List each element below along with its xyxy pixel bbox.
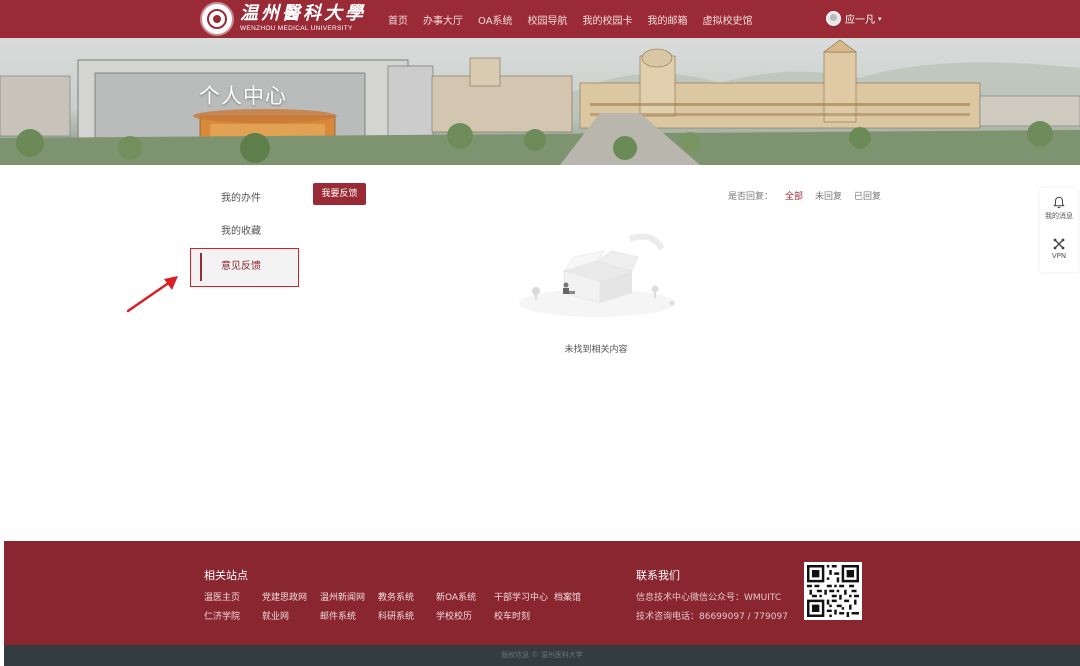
chevron-down-icon: ▾ (878, 14, 882, 23)
floating-toolbar: 我的消息 VPN (1040, 188, 1078, 272)
footer-link[interactable]: 就业网 (262, 609, 289, 622)
footer-link[interactable]: 党建思政网 (262, 590, 307, 603)
contact-phone: 技术咨询电话：86699097 / 779097 (636, 612, 788, 622)
filter-option-replied[interactable]: 已回复 (854, 189, 881, 202)
university-logo[interactable]: 温州醫科大學 WENZHOU MEDICAL UNIVERSITY (200, 2, 366, 36)
footer-link[interactable]: 校车时刻 (494, 609, 530, 622)
footer-link[interactable]: 温州新闻网 (320, 590, 365, 603)
footer-link[interactable]: 科研系统 (378, 609, 414, 622)
empty-state-message: 未找到相关内容 (564, 345, 628, 355)
footer-link[interactable]: 档案馆 (554, 590, 581, 603)
sidebar-item-my-favorites[interactable]: 我的收藏 (191, 213, 298, 251)
logo-chinese-name: 温州醫科大學 (240, 3, 366, 25)
reply-status-filter: 是否回复： 全部 未回复 已回复 (728, 189, 893, 202)
footer: 相关站点 温医主页 党建思政网 温州新闻网 教务系统 新OA系统 干部学习中心 … (4, 541, 1080, 645)
nav-campus-card[interactable]: 我的校园卡 (583, 12, 633, 27)
logo-english-name: WENZHOU MEDICAL UNIVERSITY (240, 25, 353, 33)
nav-campus-map[interactable]: 校园导航 (528, 12, 568, 27)
footer-link[interactable]: 学校校历 (436, 609, 472, 622)
my-messages-label: 我的消息 (1045, 212, 1073, 220)
footer-link[interactable]: 邮件系统 (320, 609, 356, 622)
nav-virtual-museum[interactable]: 虚拟校史馆 (703, 12, 753, 27)
nav-home[interactable]: 首页 (388, 12, 408, 27)
contact-wechat: 信息技术中心微信公众号：WMUITC (636, 593, 782, 603)
top-navigation-bar: 温州醫科大學 WENZHOU MEDICAL UNIVERSITY 首页 办事大… (0, 0, 1080, 38)
university-seal-icon (200, 2, 234, 36)
nav-oa-system[interactable]: OA系统 (478, 12, 513, 27)
annotation-arrow-icon (126, 276, 178, 313)
footer-link[interactable]: 教务系统 (378, 590, 414, 603)
nav-service-hall[interactable]: 办事大厅 (423, 12, 463, 27)
vpn-button[interactable]: VPN (1040, 238, 1078, 260)
sidebar-item-feedback[interactable]: 意见反馈 (191, 248, 298, 286)
page-banner: 个人中心 (0, 38, 1080, 165)
footer-link[interactable]: 仁济学院 (204, 609, 240, 622)
filter-option-unreplied[interactable]: 未回复 (815, 189, 842, 202)
user-name: 应一凡 (845, 15, 875, 26)
footer-link[interactable]: 温医主页 (204, 590, 240, 603)
page-title: 个人中心 (199, 84, 287, 108)
footer-link[interactable]: 干部学习中心 (494, 590, 548, 603)
filter-option-all[interactable]: 全部 (785, 189, 803, 202)
my-messages-button[interactable]: 我的消息 (1040, 196, 1078, 221)
campus-sketch-illustration (0, 39, 1080, 165)
empty-box-icon (519, 233, 675, 317)
vpn-label: VPN (1051, 252, 1067, 260)
submit-feedback-button[interactable]: 我要反馈 (313, 183, 366, 205)
vpn-icon (1053, 238, 1065, 250)
user-menu[interactable]: 应一凡 ▾ (826, 11, 882, 26)
qr-code-icon (804, 562, 862, 620)
related-sites-title: 相关站点 (204, 569, 248, 582)
footer-link[interactable]: 新OA系统 (436, 590, 476, 603)
filter-label: 是否回复： (728, 192, 774, 202)
main-nav: 首页 办事大厅 OA系统 校园导航 我的校园卡 我的邮箱 虚拟校史馆 (388, 0, 768, 38)
bell-icon (1053, 196, 1065, 209)
copyright-bar: 版权信息 © 温州医科大学 (4, 645, 1080, 666)
avatar (826, 11, 841, 26)
nav-mailbox[interactable]: 我的邮箱 (648, 12, 688, 27)
contact-us-title: 联系我们 (636, 569, 680, 582)
